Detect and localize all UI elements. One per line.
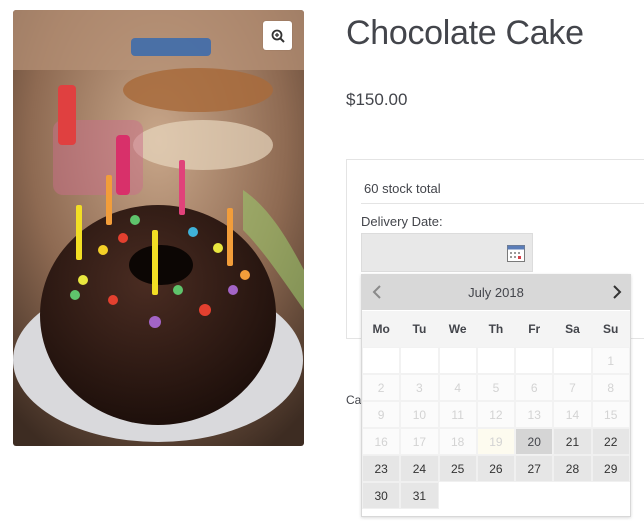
- weekday-label: Sa: [553, 311, 592, 347]
- calendar-week-row: 23 24 25 26 27 28 29: [362, 455, 630, 482]
- calendar-day: 3: [400, 374, 439, 401]
- magnifier-plus-icon: [271, 29, 285, 43]
- weekday-label: Mo: [362, 311, 401, 347]
- calendar-week-row: 16 17 18 19 20 21 22: [362, 428, 630, 455]
- calendar-trigger[interactable]: [506, 243, 526, 263]
- calendar-day[interactable]: 31: [400, 482, 439, 509]
- calendar-day: 1: [591, 347, 630, 374]
- product-price: $150.00: [346, 90, 408, 109]
- weekday-label: We: [438, 311, 477, 347]
- zoom-button[interactable]: [263, 21, 292, 50]
- calendar-day: 2: [362, 374, 401, 401]
- calendar-day[interactable]: 24: [400, 455, 439, 482]
- calendar-day: 4: [438, 374, 477, 401]
- product-title: Chocolate Cake: [346, 14, 584, 52]
- delivery-date-label: Delivery Date:: [361, 214, 443, 229]
- product-image[interactable]: [13, 10, 304, 446]
- weekday-label: Fr: [515, 311, 554, 347]
- calendar-week-row: 2345678: [362, 374, 630, 401]
- stock-total: 60 stock total: [364, 181, 441, 196]
- next-month-button[interactable]: [606, 281, 628, 303]
- calendar-empty-cell: [476, 482, 516, 509]
- calendar-empty-cell: [591, 482, 630, 509]
- calendar-day[interactable]: 25: [438, 455, 477, 482]
- weekday-header-row: Mo Tu We Th Fr Sa Su: [362, 311, 630, 347]
- divider: [361, 203, 644, 204]
- calendar-day: 8: [591, 374, 630, 401]
- calendar-empty-cell: [438, 482, 477, 509]
- calendar-empty-cell: [515, 347, 554, 374]
- calendar-week-row: 1: [362, 347, 630, 374]
- calendar-empty-cell: [438, 347, 477, 374]
- calendar-day: 5: [476, 374, 516, 401]
- weekday-label: Su: [591, 311, 630, 347]
- calendar-day: 13: [515, 401, 554, 428]
- calendar-icon: [507, 245, 525, 262]
- datepicker: July 2018 Mo Tu We Th Fr Sa Su 123456789…: [361, 274, 631, 517]
- calendar-day[interactable]: 26: [476, 455, 516, 482]
- calendar-day: 7: [553, 374, 592, 401]
- calendar-empty-cell: [553, 347, 592, 374]
- calendar-day: 18: [438, 428, 477, 455]
- calendar-day[interactable]: 21: [553, 428, 592, 455]
- calendar-empty-cell: [553, 482, 592, 509]
- calendar-day[interactable]: 20: [515, 428, 554, 455]
- calendar-day[interactable]: 30: [362, 482, 401, 509]
- calendar-day[interactable]: 22: [591, 428, 630, 455]
- calendar-grid: Mo Tu We Th Fr Sa Su 1 2 3 4 5 6 7 8 9 10 11 12 13 14…: [362, 311, 630, 509]
- calendar-day: 12: [476, 401, 516, 428]
- calendar-day: 11: [438, 401, 477, 428]
- weekday-label: Tu: [400, 311, 439, 347]
- calendar-empty-cell: [515, 482, 554, 509]
- month-label: July 2018: [468, 285, 524, 300]
- calendar-day: 6: [515, 374, 554, 401]
- calendar-day[interactable]: 29: [591, 455, 630, 482]
- chevron-right-icon: [613, 285, 622, 299]
- calendar-empty-cell: [362, 347, 401, 374]
- calendar-day: 15: [591, 401, 630, 428]
- calendar-day: 9: [362, 401, 401, 428]
- calendar-day[interactable]: 23: [362, 455, 401, 482]
- calendar-day: 10: [400, 401, 439, 428]
- calendar-day[interactable]: 28: [553, 455, 592, 482]
- calendar-day: 16: [362, 428, 401, 455]
- weekday-label: Th: [476, 311, 516, 347]
- datepicker-header: July 2018: [362, 275, 630, 310]
- calendar-day: 17: [400, 428, 439, 455]
- cake-photo: [13, 10, 304, 446]
- calendar-empty-cell: [400, 347, 439, 374]
- calendar-day[interactable]: 27: [515, 455, 554, 482]
- calendar-weeks: 1 2 3 4 5 6 7 8 9 10 11 12 13 14 15 16 17 18 19 20 21 22 23 24 2…: [362, 347, 630, 509]
- calendar-week-row: 9 10 11 12 13 14 15: [362, 401, 630, 428]
- calendar-empty-cell: [476, 347, 516, 374]
- calendar-week-row: 30 31: [362, 482, 630, 509]
- calendar-day: 14: [553, 401, 592, 428]
- calendar-day: 19: [476, 428, 516, 455]
